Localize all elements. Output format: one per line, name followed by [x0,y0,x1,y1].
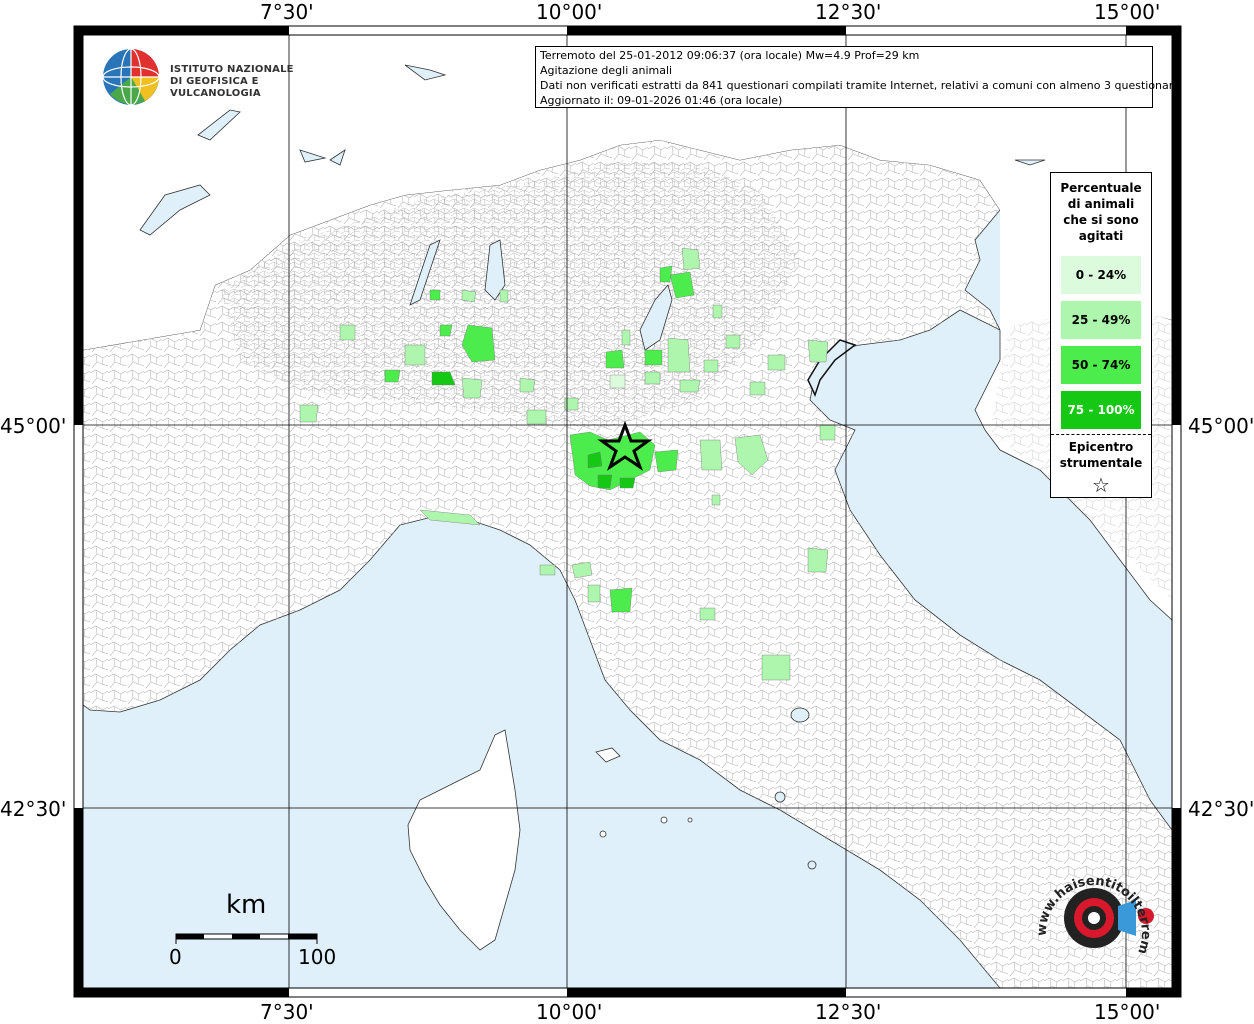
legend-title: Percentuale di animali che si sono agita… [1051,180,1151,244]
globe-icon [102,48,160,106]
legend-epicenter-label: Epicentro strumentale [1051,439,1151,471]
lat-label-right-2: 42°30' [1188,797,1254,821]
lon-label-top-4: 15°00' [1094,0,1161,24]
lon-label-top-1: 7°30' [260,0,314,24]
hst-logo: www.haisentitoilterremoto.it [1032,855,1166,978]
lon-label-bottom-2: 10°00' [536,1000,603,1024]
logo-line-2: DI GEOFISICA E VULCANOLOGIA [170,76,261,99]
lon-label-bottom-3: 12°30' [815,1000,882,1024]
lat-label-right-1: 45°00' [1188,414,1254,438]
logo-line-1: ISTITUTO NAZIONALE [170,64,294,75]
lat-label-left-2: 42°30' [0,797,67,821]
event-title: Terremoto del 25-01-2012 09:06:37 (ora l… [540,49,920,62]
legend: Percentuale di animali che si sono agita… [1050,172,1152,498]
legend-title-line: che si sono [1063,213,1139,227]
event-info-box: Terremoto del 25-01-2012 09:06:37 (ora l… [535,46,1180,108]
legend-class-50-74: 50 - 74% [1061,346,1141,384]
scale-unit: km [226,890,267,920]
legend-title-line: di animali [1067,197,1135,211]
legend-star-icon: ☆ [1092,473,1110,497]
lat-label-left-1: 45°00' [0,414,67,438]
scale-min-label: 0 [169,945,182,969]
lon-label-bottom-4: 15°00' [1094,1000,1161,1024]
event-updated: Aggiornato il: 09-01-2026 01:46 (ora loc… [540,94,783,107]
legend-title-line: agitati [1078,229,1124,243]
legend-class-75-100: 75 - 100% [1061,391,1141,429]
legend-class-25-49: 25 - 49% [1061,301,1141,339]
event-subtitle: Agitazione degli animali [540,64,673,77]
lon-label-top-3: 12°30' [815,0,882,24]
scale-max-label: 100 [298,945,337,969]
legend-title-line: Percentuale [1060,181,1142,195]
legend-separator [1051,434,1151,435]
legend-class-0-24: 0 - 24% [1061,256,1141,294]
legend-epicenter-line: strumentale [1059,456,1143,470]
legend-epicenter-line: Epicentro [1068,440,1134,454]
event-note: Dati non verificati estratti da 841 ques… [540,79,1180,92]
lon-label-bottom-1: 7°30' [260,1000,314,1024]
lon-label-top-2: 10°00' [536,0,603,24]
ingv-logo: ISTITUTO NAZIONALE DI GEOFISICA E VULCAN… [100,46,320,110]
